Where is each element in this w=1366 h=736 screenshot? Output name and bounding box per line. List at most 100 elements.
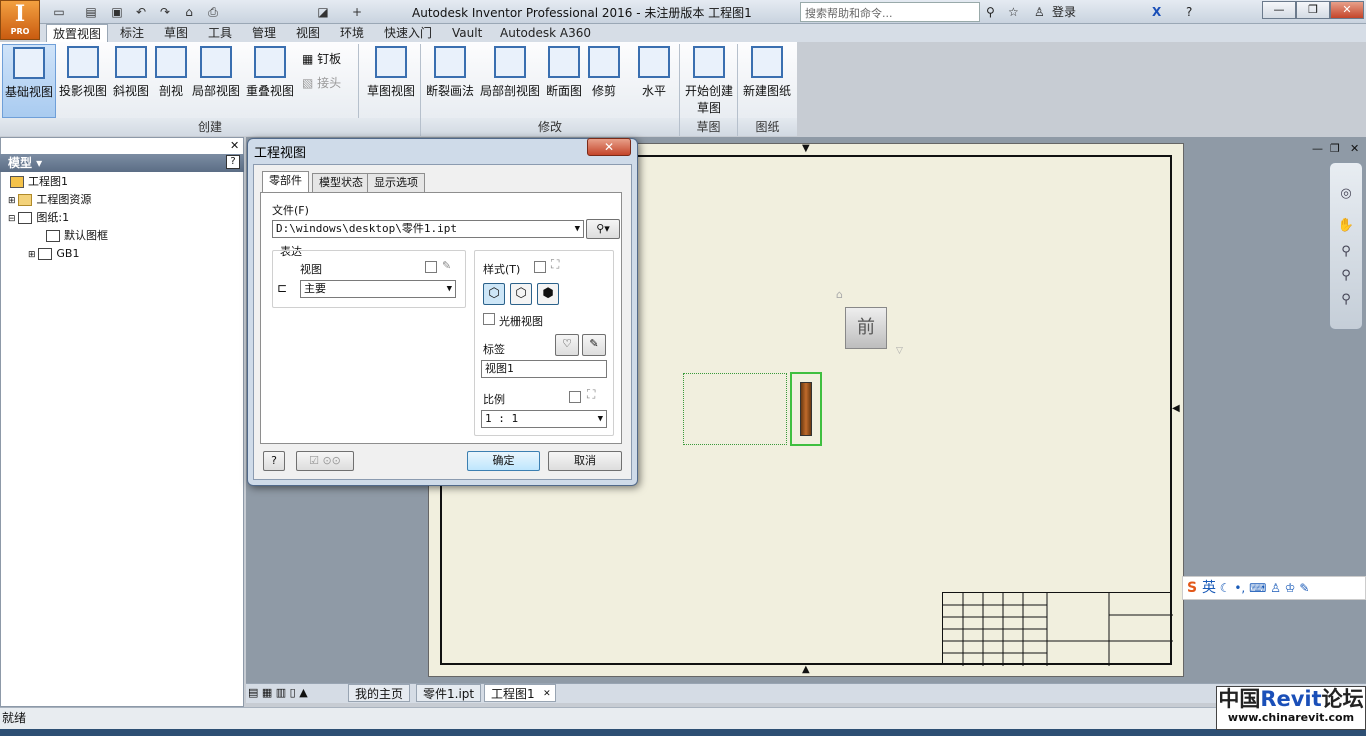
shaded-button[interactable]: ⬢ xyxy=(537,283,559,305)
doc-tab-part[interactable]: 零件1.ipt xyxy=(416,684,482,702)
detail-view-button[interactable]: 局部视图 xyxy=(190,44,242,104)
pan-icon[interactable]: ✋ xyxy=(1336,218,1356,238)
overlay-view-button[interactable]: 重叠视图 xyxy=(244,44,296,104)
sheet-icon xyxy=(18,212,33,224)
doc-tab-drawing[interactable]: 工程图1 ✕ xyxy=(484,684,556,702)
tab-sketch[interactable]: 草图 xyxy=(158,24,194,42)
signin-link[interactable]: 登录 xyxy=(1052,3,1076,21)
tree-item-titleblock[interactable]: ⊞ GB1 xyxy=(28,245,79,263)
new-sheet-button[interactable]: 新建图纸 xyxy=(740,44,794,104)
hidden-line-removed-button[interactable]: ⬡ xyxy=(510,283,532,305)
start-sketch-button[interactable]: 开始创建草图 xyxy=(682,44,736,116)
tree-item-drawing[interactable]: 工程图1 xyxy=(10,173,68,191)
scale-checkbox[interactable] xyxy=(569,391,581,403)
restore-button[interactable]: ❐ xyxy=(1296,1,1330,19)
base-view-button[interactable]: 基础视图 xyxy=(2,44,56,118)
tab-model-state[interactable]: 模型状态 xyxy=(312,173,370,193)
tree-item-sheet[interactable]: ⊟ 图纸:1 xyxy=(8,209,69,227)
tab-environments[interactable]: 环境 xyxy=(334,24,370,42)
close-button[interactable]: ✕ xyxy=(1330,1,1364,19)
draft-view-button[interactable]: 草图视图 xyxy=(364,44,418,104)
browser-header[interactable]: 模型 ▾ xyxy=(0,154,244,172)
label-visibility-button[interactable]: ♡ xyxy=(555,334,579,356)
zoom-window-icon[interactable]: ⚲ xyxy=(1336,292,1356,312)
auxiliary-view-button[interactable]: 斜视图 xyxy=(110,44,152,104)
scale-select[interactable]: 1 : 1 ▼ xyxy=(481,410,607,428)
slice-icon xyxy=(548,46,580,78)
preview-toggle-button[interactable]: ☑ ⊙⊙ xyxy=(296,451,354,471)
break-button[interactable]: 断裂画法 xyxy=(424,44,476,104)
dialog-help-button[interactable]: ? xyxy=(263,451,285,471)
tab-view[interactable]: 视图 xyxy=(290,24,326,42)
ime-toolbar[interactable]: S 英 ☾ •, ⌨ ♙ ♔ ✎ xyxy=(1182,576,1366,600)
browser-close-icon[interactable]: ✕ xyxy=(230,139,239,152)
save-icon[interactable]: ▣ xyxy=(108,3,126,21)
tab-tools[interactable]: 工具 xyxy=(202,24,238,42)
minimize-button[interactable]: — xyxy=(1262,1,1296,19)
home-icon[interactable]: ⌂ xyxy=(180,3,198,21)
file-select[interactable]: D:\windows\desktop\零件1.ipt ▼ xyxy=(272,220,584,238)
view-checkbox[interactable] xyxy=(425,261,437,273)
search-input[interactable]: 搜索帮助和命令... xyxy=(800,2,980,22)
cancel-button[interactable]: 取消 xyxy=(548,451,622,471)
view-preview[interactable] xyxy=(790,372,822,446)
close-icon[interactable]: ✕ xyxy=(543,685,551,703)
label-input[interactable]: 视图1 xyxy=(481,360,607,378)
expand-icon[interactable]: ⊞ xyxy=(28,250,38,260)
crop-button[interactable]: 修剪 xyxy=(586,44,622,104)
tile-windows-icon[interactable]: ▤ ▦ ▥ ▯ ▲ xyxy=(248,686,308,699)
star-icon[interactable]: ☆ xyxy=(1008,3,1019,21)
viewcube[interactable]: 前 xyxy=(845,307,887,349)
dialog-close-button[interactable]: ✕ xyxy=(587,138,631,156)
tab-vault[interactable]: Vault xyxy=(446,24,488,42)
open-icon[interactable]: ▤ xyxy=(82,3,100,21)
break-out-button[interactable]: 局部剖视图 xyxy=(478,44,542,104)
binoculars-icon[interactable]: ⚲ xyxy=(986,3,995,21)
connector-button[interactable]: ▧ 接头 xyxy=(302,74,341,91)
horizontal-button[interactable]: 水平 xyxy=(632,44,676,104)
new-icon[interactable]: ▭ xyxy=(50,3,68,21)
doc-tab-home[interactable]: 我的主页 xyxy=(348,684,411,702)
print-icon[interactable]: ⎙ xyxy=(204,3,222,21)
exchange-icon[interactable]: X xyxy=(1152,3,1161,21)
projected-view-button[interactable]: 投影视图 xyxy=(58,44,108,104)
collapse-icon[interactable]: ⊟ xyxy=(8,214,18,224)
redo-icon[interactable]: ↷ xyxy=(156,3,174,21)
zoom-icon[interactable]: ⚲ xyxy=(1336,244,1356,264)
zoom-all-icon[interactable]: ⚲ xyxy=(1336,268,1356,288)
tab-display-options[interactable]: 显示选项 xyxy=(367,173,425,193)
ok-button[interactable]: 确定 xyxy=(467,451,540,471)
new-sheet-icon xyxy=(751,46,783,78)
tab-annotate[interactable]: 标注 xyxy=(114,24,150,42)
viewcube-menu-icon[interactable]: ▽ xyxy=(896,346,903,356)
edit-label-button[interactable]: ✎ xyxy=(582,334,606,356)
tree-item-border[interactable]: 默认图框 xyxy=(46,227,108,245)
slice-button[interactable]: 断面图 xyxy=(544,44,584,104)
tab-get-started[interactable]: 快速入门 xyxy=(378,24,438,42)
canvas-minimize-icon[interactable]: — xyxy=(1312,142,1323,155)
application-menu-button[interactable]: I PRO xyxy=(0,0,40,40)
undo-icon[interactable]: ↶ xyxy=(132,3,150,21)
section-view-button[interactable]: 剖视 xyxy=(154,44,188,104)
steering-wheel-icon[interactable]: ◎ xyxy=(1336,186,1356,206)
tab-a360[interactable]: Autodesk A360 xyxy=(494,24,597,42)
hidden-line-button[interactable]: ⬡ xyxy=(483,283,505,305)
view-select[interactable]: 主要 ▼ xyxy=(300,280,456,298)
nailboard-button[interactable]: ▦ 钉板 xyxy=(302,50,341,67)
browse-file-button[interactable]: ⚲▾ xyxy=(586,219,620,239)
browser-help-icon[interactable]: ? xyxy=(226,155,240,169)
tab-component[interactable]: 零部件 xyxy=(262,171,309,193)
add-icon[interactable]: + xyxy=(348,3,366,21)
style-checkbox[interactable] xyxy=(534,261,546,273)
tab-manage[interactable]: 管理 xyxy=(246,24,282,42)
tree-item-resources[interactable]: ⊞ 工程图资源 xyxy=(8,191,91,209)
viewcube-home-icon[interactable]: ⌂ xyxy=(836,288,843,301)
tab-place-views[interactable]: 放置视图 xyxy=(46,24,109,42)
raster-view-checkbox[interactable] xyxy=(483,313,495,325)
canvas-close-icon[interactable]: ✕ xyxy=(1350,142,1359,155)
watermark: 中国Revit论坛 www.chinarevit.com xyxy=(1216,686,1366,730)
expand-icon[interactable]: ⊞ xyxy=(8,196,18,206)
help-icon[interactable]: ? xyxy=(1186,3,1192,21)
canvas-restore-icon[interactable]: ❐ xyxy=(1330,142,1340,155)
appearance-icon[interactable]: ◪ xyxy=(314,3,332,21)
